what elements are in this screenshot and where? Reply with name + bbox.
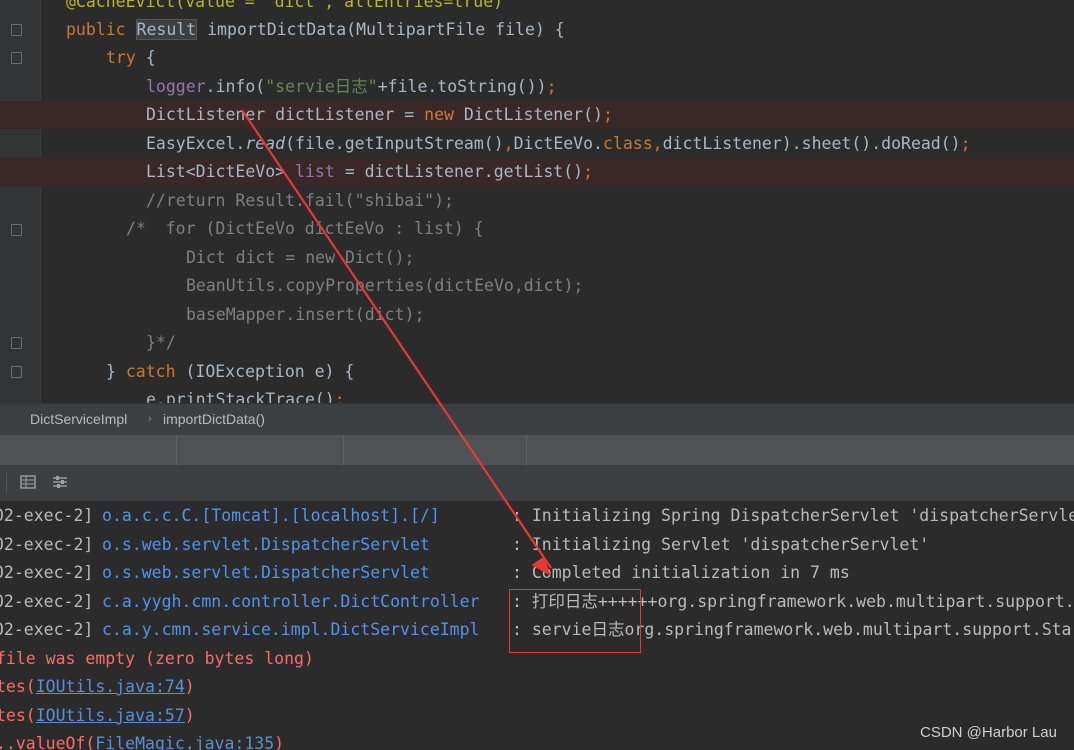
annotation-arrow-icon xyxy=(241,109,552,576)
watermark: CSDN @Harbor Lau xyxy=(920,724,1057,741)
